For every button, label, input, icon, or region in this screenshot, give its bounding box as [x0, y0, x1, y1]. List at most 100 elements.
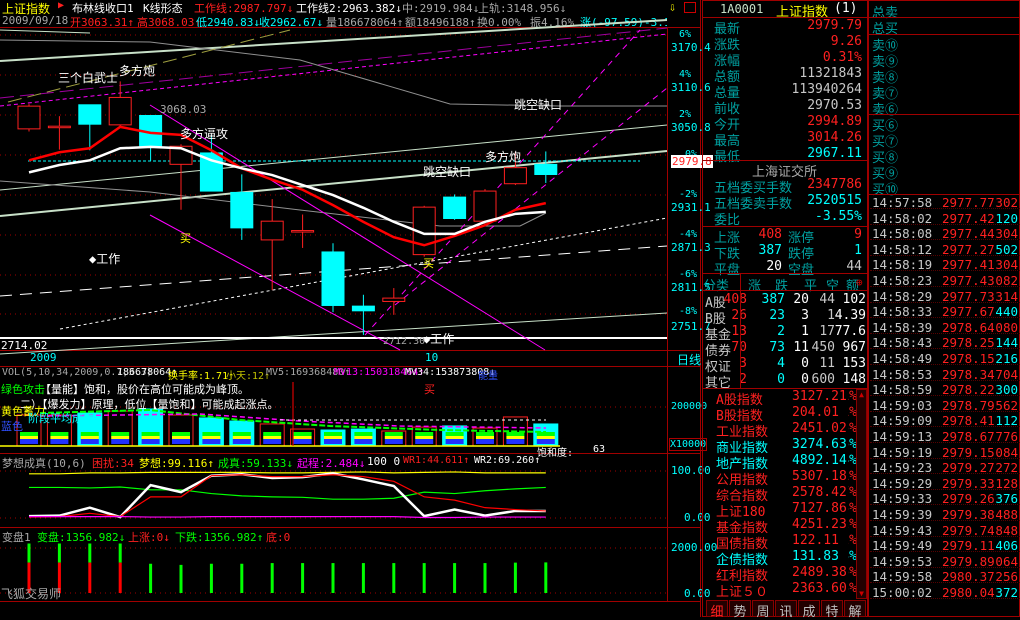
tab-1[interactable]: 势 [729, 600, 751, 620]
dream-wr2: WR2:69.260↑ [474, 455, 541, 466]
tick-price: 2978.15 [942, 351, 995, 366]
vol-energy: 能量 [478, 371, 498, 382]
change-bar [88, 543, 92, 593]
tick-volume: 120 [995, 210, 1018, 226]
tick-row: 14:58:02 2977.42 120 [870, 210, 1020, 226]
scroll-down-icon[interactable]: ▼ [857, 589, 866, 598]
index-value: 2489.38 [792, 565, 847, 580]
index-row[interactable]: 基金指数4251.232% [714, 517, 864, 536]
scroll-up-icon[interactable]: ▲ [857, 390, 866, 399]
tick-row: 14:59:33 2979.26 376 [870, 491, 1020, 507]
dream-title: 梦想成真(10,6) [2, 457, 86, 470]
saturation-label: 饱和度: [537, 448, 574, 459]
candle[interactable] [443, 194, 467, 220]
index-row[interactable]: 地产指数4892.144% [714, 453, 864, 472]
index-row[interactable]: A股指数3127.211% [714, 389, 864, 408]
note-1: 【量能】饱和，股价在高位可能成为峰顶。 [40, 383, 249, 396]
tick-price: 2977.67 [942, 304, 995, 320]
tab-4[interactable]: 成 [798, 600, 820, 620]
tick-volume: 314 [995, 288, 1018, 304]
change-bar [149, 563, 153, 593]
breadth-value: 1 [854, 243, 862, 258]
tick-price: 2979.74 [942, 522, 995, 538]
candle[interactable] [139, 114, 163, 161]
volume-bar [381, 430, 407, 447]
candle[interactable] [17, 104, 41, 132]
tab-2[interactable]: 周 [752, 600, 774, 620]
tick-price: 2979.27 [942, 460, 995, 476]
tick-time: 14:59:09 [872, 413, 933, 429]
tick-price: 2977.43 [942, 273, 995, 288]
index-row[interactable]: 上证５０2363.603% [714, 581, 864, 600]
tick-row: 14:58:33 2977.67 440 [870, 304, 1020, 320]
index-row[interactable]: B股指数204.011% [714, 405, 864, 424]
volume-bar [290, 428, 316, 447]
index-row[interactable]: 红利指数2489.385% [714, 565, 864, 584]
tick-volume: 440 [995, 304, 1018, 320]
tick-row: 14:58:39 2978.64 080 [870, 319, 1020, 335]
tab-3[interactable]: 讯 [775, 600, 797, 620]
candle-body [260, 220, 284, 241]
quote-value: 113940264 [791, 82, 862, 97]
class-down: 387 [761, 292, 785, 307]
quote-row: 涨跌 9.26 [714, 34, 864, 53]
tick-volume: 406 [995, 538, 1018, 554]
index-row[interactable]: 企债指数131.833% [714, 549, 864, 568]
tick-volume: 084 [995, 444, 1018, 460]
candle[interactable] [291, 214, 315, 248]
change-bar [179, 564, 183, 593]
tab-0[interactable]: 细 [706, 600, 728, 620]
class-flat: 3 [801, 308, 809, 323]
class-empty: 44 [819, 292, 835, 307]
class-row: B股2623314.39 [702, 308, 867, 327]
crosshair-icon[interactable]: ⊕ [856, 276, 863, 289]
candle-body [17, 105, 41, 130]
class-flat: 11 [793, 340, 809, 355]
candle[interactable] [321, 243, 345, 313]
tick-row: 14:58:29 2977.73 314 [870, 288, 1020, 304]
index-row[interactable]: 公用指数5307.181% [714, 469, 864, 488]
index-scrollbar[interactable]: ▲ ▼ [856, 389, 867, 599]
tick-time: 14:58:29 [872, 288, 933, 304]
watermark: 飞狐交易师 [1, 587, 62, 601]
tick-price: 2977.77 [942, 195, 995, 210]
tick-time: 14:58:39 [872, 319, 933, 335]
candle[interactable] [108, 81, 132, 128]
chart-canvas[interactable] [0, 0, 700, 617]
quote-row: 总量 113940264 [714, 82, 864, 101]
tick-volume: 376 [995, 491, 1018, 507]
tick-volume: 144 [995, 335, 1018, 351]
candle-body [47, 125, 71, 129]
class-empty: 600 [811, 372, 835, 387]
volume-bar [229, 420, 255, 447]
index-row[interactable]: 国债指数122.112% [714, 533, 864, 552]
period-selector[interactable]: 日线 [677, 351, 701, 368]
candle[interactable] [382, 288, 406, 315]
volume-bar [168, 414, 194, 447]
tick-time: 14:59:13 [872, 429, 933, 444]
quote-value: 0.31% [822, 50, 862, 65]
tab-6[interactable]: 解 [844, 600, 866, 620]
saturation-value: 63 [593, 444, 606, 455]
index-row[interactable]: 上证1807127.863% [714, 501, 864, 520]
tick-price: 2979.11 [942, 538, 995, 554]
tick-price: 2980.37 [942, 569, 995, 585]
tick-price: 2978.67 [942, 429, 995, 444]
axis-pct-label: -8% [679, 306, 698, 317]
change-bar [209, 563, 213, 593]
tab-5[interactable]: 特 [821, 600, 843, 620]
candle[interactable] [47, 116, 71, 150]
index-row[interactable]: 综合指数2578.427% [714, 485, 864, 504]
tick-price: 2978.22 [942, 382, 995, 398]
class-row: 其它 2 0 0 600 148 [702, 372, 867, 391]
index-row[interactable]: 商业指数3274.635% [714, 437, 864, 456]
index-row[interactable]: 工业指数2451.025% [714, 421, 864, 440]
tick-row: 14:58:08 2977.44 304 [870, 226, 1020, 241]
tick-time: 14:58:59 [872, 382, 933, 398]
index-value: 2363.60 [792, 581, 847, 596]
candle[interactable] [230, 174, 254, 240]
quote-value: 2970.53 [807, 98, 862, 113]
change-bar [483, 563, 487, 593]
tick-time: 14:59:53 [872, 553, 933, 569]
candle[interactable] [351, 294, 375, 335]
